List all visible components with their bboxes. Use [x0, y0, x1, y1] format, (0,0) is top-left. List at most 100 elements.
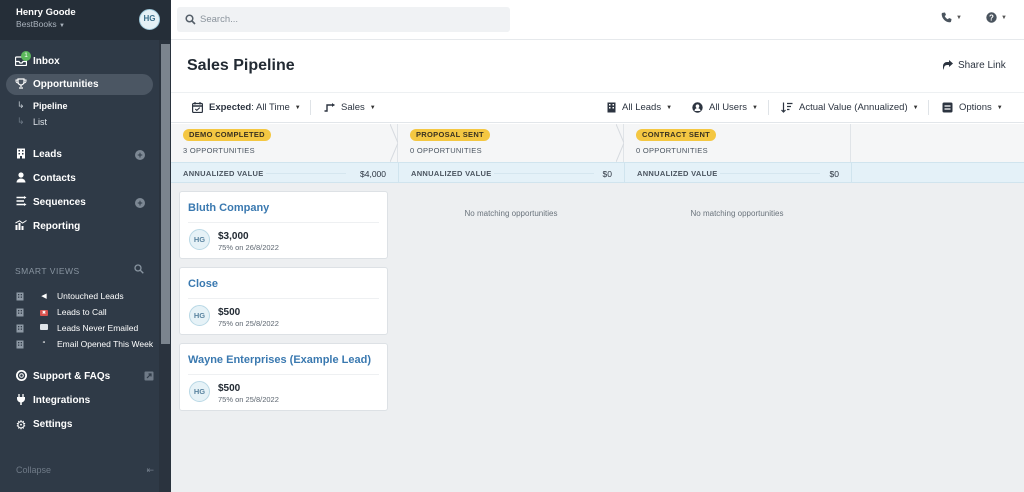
sidebar-item-leads[interactable]: Leads: [0, 144, 62, 165]
value-bar: [494, 173, 594, 174]
inbox-badge: 1: [21, 50, 31, 61]
sidebar-item-reporting[interactable]: Reporting: [0, 216, 80, 237]
reporting-icon: [14, 220, 28, 233]
sidebar-item-label: Integrations: [33, 395, 91, 406]
sidebar-item-label: Pipeline: [33, 100, 68, 111]
sidebar-item-label: Support & FAQs: [33, 371, 111, 382]
sidebar-item-support[interactable]: Support & FAQs: [0, 366, 110, 387]
share-link-label: Share Link: [958, 60, 1006, 71]
sidebar-subitem-pipeline[interactable]: ↳ Pipeline: [17, 100, 68, 111]
calendar-icon: [192, 102, 203, 113]
filter-divider: [768, 100, 769, 115]
search-icon[interactable]: [134, 264, 144, 277]
sidebar-item-integrations[interactable]: Integrations: [0, 390, 90, 411]
filter-value: : All Time: [251, 102, 290, 113]
stage-column-header[interactable]: CONTRACT SENT 0 OPPORTUNITIES: [624, 124, 851, 162]
sidebar-item-sequences[interactable]: Sequences: [0, 192, 86, 213]
opportunity-confidence-date: 75% on 26/8/2022: [218, 243, 279, 252]
chevron-down-icon: ▼: [956, 14, 962, 21]
stage-count: 0 OPPORTUNITIES: [410, 146, 482, 155]
smart-view-label: Untouched Leads: [57, 291, 124, 301]
help-icon: ?: [986, 12, 997, 23]
pipeline-filter[interactable]: Sales ▼: [324, 102, 376, 113]
sidebar-subitem-list[interactable]: ↳ List: [17, 116, 47, 127]
avatar[interactable]: HG: [139, 9, 160, 30]
chevron-down-icon: ▼: [369, 104, 376, 111]
org-name: BestBooks: [16, 19, 57, 29]
options-icon: [942, 102, 953, 113]
expected-date-filter[interactable]: Expected: All Time ▼: [192, 102, 301, 113]
sort-filter[interactable]: Actual Value (Annualized) ▼: [781, 102, 919, 113]
users-filter[interactable]: All Users ▼: [692, 102, 758, 113]
user-menu[interactable]: Henry Goode BestBooks ▼ HG: [0, 0, 171, 40]
sidebar-item-inbox[interactable]: 1 Inbox: [0, 50, 60, 72]
opportunity-card[interactable]: Bluth Company HG $3,000 75% on 26/8/2022: [179, 191, 388, 259]
smart-view-leads-never-emailed[interactable]: Leads Never Emailed: [16, 323, 138, 333]
add-lead-button[interactable]: +: [135, 150, 145, 160]
collapse-sidebar-button[interactable]: Collapse ⇤: [16, 465, 156, 475]
value-bar: [266, 173, 346, 174]
empty-column-message: No matching opportunities: [690, 209, 784, 218]
annualized-value: $0: [829, 169, 839, 179]
add-sequence-button[interactable]: +: [135, 198, 145, 208]
phone-icon: [941, 12, 952, 23]
sidebar-item-contacts[interactable]: Contacts: [0, 168, 76, 189]
opportunity-lead-link[interactable]: Wayne Enterprises (Example Lead): [188, 354, 371, 366]
chevron-down-icon: ▼: [59, 23, 65, 29]
sidebar-item-label: Leads: [33, 149, 62, 160]
sidebar-item-settings[interactable]: ⚙ Settings: [0, 414, 73, 435]
collapse-label: Collapse: [16, 465, 52, 475]
opportunity-amount: $500: [218, 383, 241, 394]
phone-menu-button[interactable]: ▼: [941, 12, 962, 23]
top-bar: ▼ ? ▼: [171, 0, 1024, 40]
opportunity-confidence-date: 75% on 25/8/2022: [218, 395, 279, 404]
megaphone-icon: ◀: [41, 293, 47, 300]
smart-view-email-opened-this-week[interactable]: “ Email Opened This Week: [16, 339, 153, 349]
plug-icon: [14, 393, 28, 408]
chevron-down-icon: ▼: [752, 104, 758, 111]
sidebar-item-label: Contacts: [33, 173, 76, 184]
leads-filter[interactable]: All Leads ▼: [607, 102, 672, 113]
sidebar-item-label: Inbox: [33, 56, 60, 67]
share-icon: [943, 60, 953, 70]
smart-view-untouched-leads[interactable]: ◀ Untouched Leads: [16, 291, 124, 301]
stage-count: 3 OPPORTUNITIES: [183, 146, 255, 155]
opportunity-card[interactable]: Wayne Enterprises (Example Lead) HG $500…: [179, 343, 388, 411]
opportunity-lead-link[interactable]: Bluth Company: [188, 202, 269, 214]
annualized-value-label: ANNUALIZED VALUE: [411, 169, 492, 178]
svg-text:?: ?: [989, 13, 994, 22]
sidebar-item-label: Reporting: [33, 221, 81, 232]
avatar: HG: [189, 381, 210, 402]
trophy-icon: [14, 77, 28, 92]
stage-column-header[interactable]: PROPOSAL SENT 0 OPPORTUNITIES: [398, 124, 625, 162]
sidebar-item-opportunities[interactable]: Opportunities: [6, 74, 153, 95]
stage-column-header[interactable]: DEMO COMPLETED 3 OPPORTUNITIES: [171, 124, 399, 162]
annualized-value-label: ANNUALIZED VALUE: [183, 169, 264, 178]
collapse-icon: ⇤: [146, 465, 154, 475]
help-menu-button[interactable]: ? ▼: [986, 12, 1007, 23]
share-link-button[interactable]: Share Link: [942, 60, 1006, 71]
search-box[interactable]: [177, 7, 510, 32]
scrollbar-thumb[interactable]: [161, 44, 170, 344]
divider: [188, 298, 379, 299]
smart-view-leads-to-call[interactable]: ✖ Leads to Call: [16, 307, 107, 317]
sidebar-item-label: Opportunities: [33, 79, 99, 90]
filter-key: Expected: [209, 102, 252, 113]
search-input[interactable]: [200, 12, 500, 27]
smart-view-label: Leads Never Emailed: [57, 323, 139, 333]
annualized-value: $0: [602, 169, 612, 179]
stage-count: 0 OPPORTUNITIES: [636, 146, 708, 155]
divider: [188, 222, 379, 223]
filter-divider: [928, 100, 929, 115]
annualized-value-label: ANNUALIZED VALUE: [637, 169, 718, 178]
sidebar-scrollbar[interactable]: [159, 40, 171, 492]
opportunity-lead-link[interactable]: Close: [188, 278, 218, 290]
inbox-icon: 1: [14, 50, 31, 69]
opportunity-card[interactable]: Close HG $500 75% on 25/8/2022: [179, 267, 388, 335]
building-icon: [16, 324, 24, 332]
options-menu-button[interactable]: Options ▼: [942, 102, 1003, 113]
user-icon: [14, 171, 28, 186]
search-icon: [185, 14, 196, 25]
sidebar-item-label: Sequences: [33, 197, 86, 208]
filter-value: All Leads: [622, 102, 662, 113]
